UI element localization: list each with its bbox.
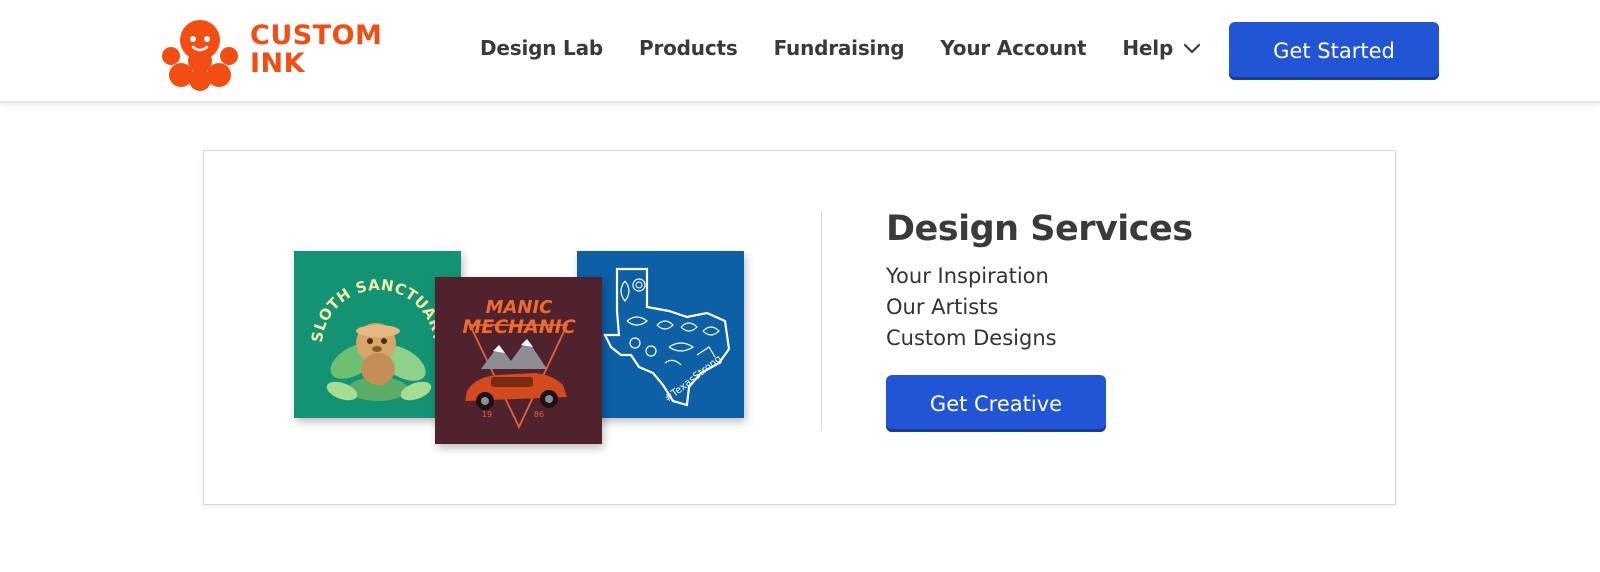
site-header: CUSTOM INK Design Lab Products Fundraisi… <box>0 0 1600 103</box>
logo-line-2: INK <box>250 48 306 79</box>
texas-strong-artwork: #TexasStrong <box>603 267 731 407</box>
nav-label: Fundraising <box>773 36 905 60</box>
texas-strong-design-image: #TexasStrong <box>577 251 744 418</box>
octopus-logo-icon <box>162 20 238 91</box>
design-services-features: Your Inspiration Our Artists Custom Desi… <box>886 261 1057 354</box>
mechanic-text: MECHANIC <box>462 316 575 338</box>
year-left-text: 19 <box>482 410 492 419</box>
feature-item: Custom Designs <box>886 326 1057 350</box>
nav-label: Products <box>639 36 738 60</box>
manic-text: MANIC <box>486 297 554 318</box>
manic-mechanic-artwork: MANIC MECHANIC 19 86 <box>462 297 576 430</box>
nav-label: Design Lab <box>480 36 604 60</box>
nav-help-dropdown[interactable]: Help <box>1122 36 1201 60</box>
nav-label: Help <box>1122 36 1174 60</box>
year-right-text: 86 <box>534 410 544 419</box>
main-nav: Design Lab Products Fundraising Your Acc… <box>480 36 1237 60</box>
manic-mechanic-design-image: MANIC MECHANIC 19 86 <box>435 277 602 444</box>
nav-your-account[interactable]: Your Account <box>940 36 1086 60</box>
feature-item: Our Artists <box>886 295 999 319</box>
nav-fundraising[interactable]: Fundraising <box>774 36 905 60</box>
design-services-card: SLOTH SANCTUARY MANIC MECHANIC <box>203 150 1396 505</box>
logo-line-1: CUSTOM <box>250 20 383 51</box>
logo-wordmark: CUSTOM INK <box>250 22 382 78</box>
nav-products[interactable]: Products <box>639 36 738 60</box>
feature-item: Your Inspiration <box>886 264 1049 288</box>
get-started-button[interactable]: Get Started <box>1229 22 1439 80</box>
texas-strong-text: #TexasStrong <box>663 353 724 404</box>
get-creative-button[interactable]: Get Creative <box>886 375 1106 432</box>
custom-ink-logo[interactable]: CUSTOM INK <box>160 12 382 92</box>
nav-label: Your Account <box>940 36 1087 60</box>
nav-design-lab[interactable]: Design Lab <box>480 36 603 60</box>
vertical-divider <box>821 211 822 431</box>
chevron-down-icon <box>1183 43 1201 54</box>
design-services-title: Design Services <box>886 209 1193 249</box>
